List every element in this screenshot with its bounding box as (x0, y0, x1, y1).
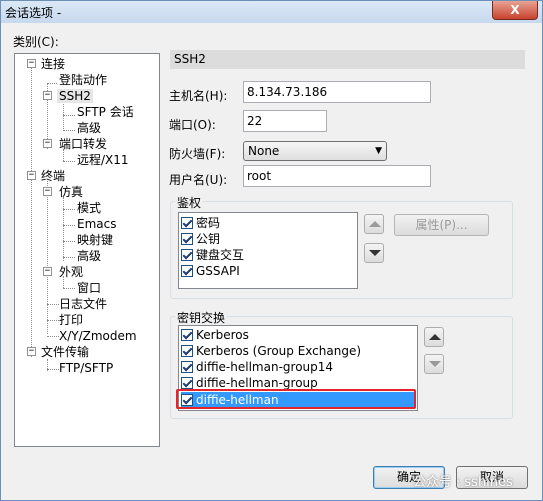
kex-title: 密钥交换 (175, 309, 228, 326)
list-item[interactable]: Kerberos (Group Exchange) (181, 343, 415, 359)
hostname-input[interactable]: 8.134.73.186 (243, 81, 431, 103)
tree-item-sftp-session[interactable]: SFTP 会话 (77, 105, 134, 119)
firewall-select[interactable]: None ▼ (243, 141, 387, 161)
tree-line (63, 197, 64, 261)
checkbox-checked-icon[interactable] (181, 233, 193, 245)
checkbox-checked-icon[interactable] (181, 345, 193, 357)
tree-line (63, 241, 75, 242)
hostname-label: 主机名(H): (169, 89, 228, 103)
collapse-icon[interactable]: − (27, 171, 36, 180)
session-options-dialog: 会话选项 - X 类别(C): − − − − − − − 连接 登陆动作 SS… (0, 0, 543, 501)
collapse-icon[interactable]: − (43, 187, 52, 196)
tree-item-log-file[interactable]: 日志文件 (59, 297, 107, 311)
tree-item-remote-x11[interactable]: 远程/X11 (77, 153, 129, 167)
arrow-down-icon (429, 361, 441, 367)
list-item-label: GSSAPI (196, 264, 240, 278)
auth-title: 鉴权 (175, 194, 204, 211)
list-item-label: Kerberos (196, 328, 249, 342)
tree-item-emulation-advanced[interactable]: 高级 (77, 249, 101, 263)
checkbox-checked-icon[interactable] (181, 265, 193, 277)
tree-item-emacs[interactable]: Emacs (77, 217, 116, 231)
tree-item-appearance[interactable]: 外观 (59, 265, 83, 279)
tree-item-file-transfer[interactable]: 文件传输 (41, 345, 89, 359)
port-input[interactable]: 22 (243, 110, 327, 132)
watermark: 公众号 · sshines (413, 475, 513, 490)
auth-move-down-button[interactable] (364, 243, 384, 263)
arrow-up-icon (369, 221, 381, 227)
section-header: SSH2 (170, 50, 525, 69)
arrow-up-icon (429, 334, 441, 340)
title-bar: 会话选项 - X (1, 1, 542, 23)
tree-line (63, 257, 75, 258)
tree-item-connection[interactable]: 连接 (41, 57, 65, 71)
kex-move-down-button[interactable] (424, 354, 444, 374)
tree-item-modes[interactable]: 模式 (77, 201, 101, 215)
tree-line (31, 68, 32, 357)
kex-move-up-button[interactable] (424, 327, 444, 347)
username-input[interactable]: root (243, 165, 431, 187)
checkbox-checked-icon[interactable] (181, 249, 193, 261)
checkbox-checked-icon[interactable] (181, 329, 193, 341)
list-item-label: diffie-hellman-group14 (196, 360, 334, 374)
list-item[interactable]: Kerberos (181, 327, 415, 343)
tree-line (47, 320, 59, 321)
category-tree[interactable]: − − − − − − − 连接 登陆动作 SSH2 SFTP 会话 高级 端口… (14, 53, 160, 447)
checkbox-checked-icon[interactable] (181, 377, 193, 389)
list-item-label: Kerberos (Group Exchange) (196, 344, 362, 358)
firewall-value: None (248, 144, 280, 158)
collapse-icon[interactable]: − (27, 347, 36, 356)
tree-line (63, 225, 75, 226)
auth-move-up-button[interactable] (364, 214, 384, 234)
checkbox-checked-icon[interactable] (181, 361, 193, 373)
tree-line (47, 336, 59, 337)
close-button[interactable]: X (492, 1, 538, 20)
tree-item-printing[interactable]: 打印 (59, 313, 83, 327)
checkbox-checked-icon[interactable] (181, 217, 193, 229)
tree-item-ssh2-advanced[interactable]: 高级 (77, 121, 101, 135)
arrow-down-icon (369, 250, 381, 256)
tree-item-xyzmodem[interactable]: X/Y/Zmodem (59, 329, 137, 343)
list-item-label: 公钥 (196, 232, 221, 246)
list-item-label: diffie-hellman-group (196, 376, 318, 390)
window-title: 会话选项 - (5, 6, 62, 20)
tree-line (63, 115, 75, 116)
tree-item-port-forwarding[interactable]: 端口转发 (59, 137, 107, 151)
auth-listbox[interactable]: 密码 公钥 键盘交互 GSSAPI (178, 212, 358, 289)
tree-line (63, 161, 75, 162)
tree-line (47, 83, 57, 84)
list-item[interactable]: GSSAPI (181, 263, 240, 279)
tree-item-login-actions[interactable]: 登陆动作 (59, 73, 107, 87)
collapse-icon[interactable]: − (43, 91, 52, 100)
list-item[interactable]: 密码 (181, 215, 220, 231)
list-item[interactable]: 键盘交互 (181, 247, 244, 263)
list-item[interactable]: 公钥 (181, 231, 220, 247)
list-item-label: 密码 (196, 216, 221, 230)
tree-item-emulation[interactable]: 仿真 (59, 185, 83, 199)
dropdown-arrow-icon: ▼ (375, 146, 382, 156)
tree-item-terminal[interactable]: 终端 (41, 169, 65, 183)
category-label: 类别(C): (13, 35, 59, 49)
tree-line (47, 179, 48, 334)
collapse-icon[interactable]: − (43, 139, 52, 148)
tree-item-mapped-keys[interactable]: 映射键 (77, 233, 113, 247)
properties-button[interactable]: 属性(P)... (394, 214, 489, 236)
collapse-icon[interactable]: − (27, 59, 36, 68)
tree-line (47, 369, 59, 370)
tree-item-ftp-sftp[interactable]: FTP/SFTP (59, 361, 113, 375)
port-label: 端口(O): (169, 118, 216, 132)
tree-line (63, 288, 75, 289)
firewall-label: 防火墙(F): (169, 147, 226, 161)
tree-line (47, 304, 59, 305)
red-highlight-annotation (176, 389, 416, 409)
list-item[interactable]: diffie-hellman-group14 (181, 359, 415, 375)
list-item-label: 键盘交互 (196, 248, 245, 262)
username-label: 用户名(U): (169, 173, 228, 187)
tree-item-window[interactable]: 窗口 (77, 281, 101, 295)
tree-item-ssh2[interactable]: SSH2 (57, 89, 93, 103)
tree-line (63, 209, 75, 210)
tree-line (63, 130, 75, 131)
collapse-icon[interactable]: − (43, 267, 52, 276)
